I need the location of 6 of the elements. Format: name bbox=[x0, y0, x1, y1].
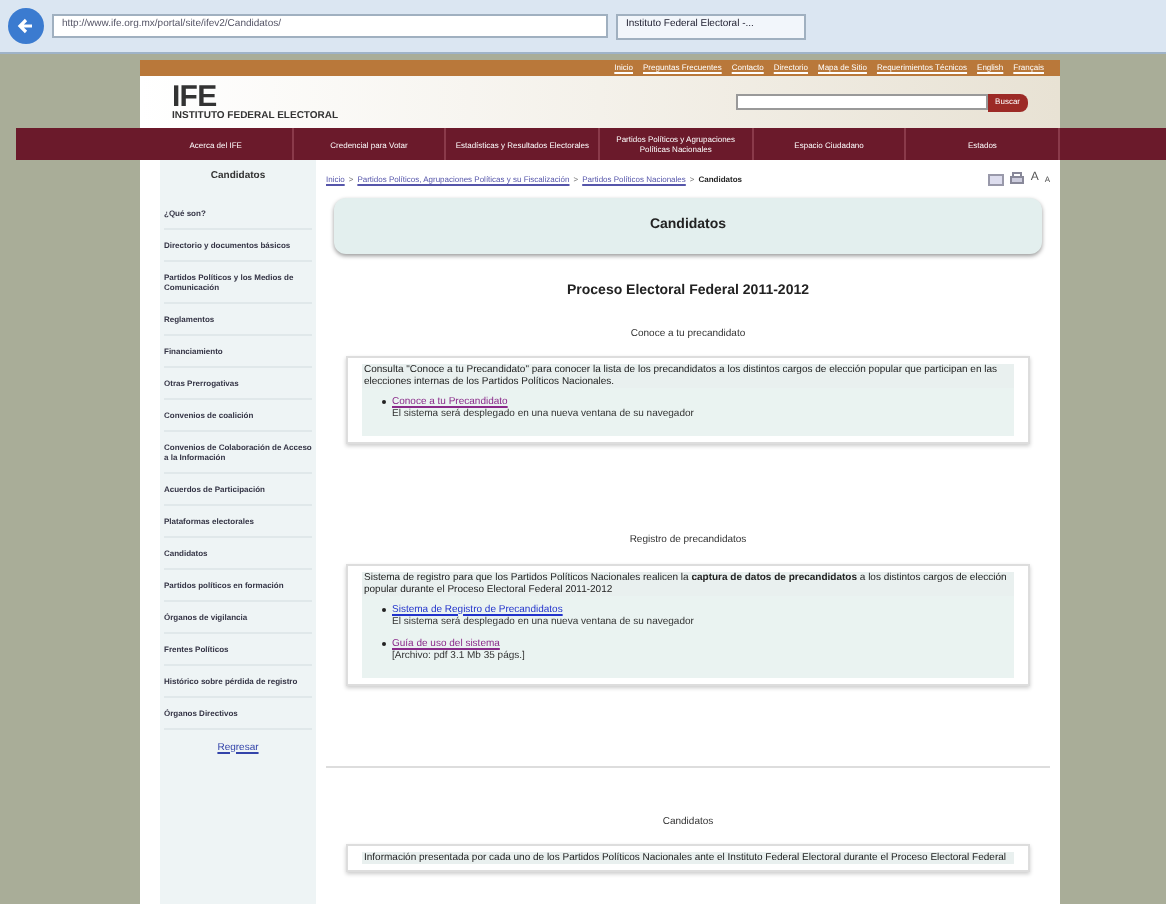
search-field[interactable] bbox=[735, 94, 988, 110]
back-button[interactable] bbox=[8, 8, 44, 44]
logo[interactable]: IFE bbox=[172, 82, 217, 112]
email-icon[interactable] bbox=[988, 173, 1005, 185]
back-arrow-icon bbox=[16, 16, 36, 36]
print-icon[interactable] bbox=[1010, 172, 1025, 186]
